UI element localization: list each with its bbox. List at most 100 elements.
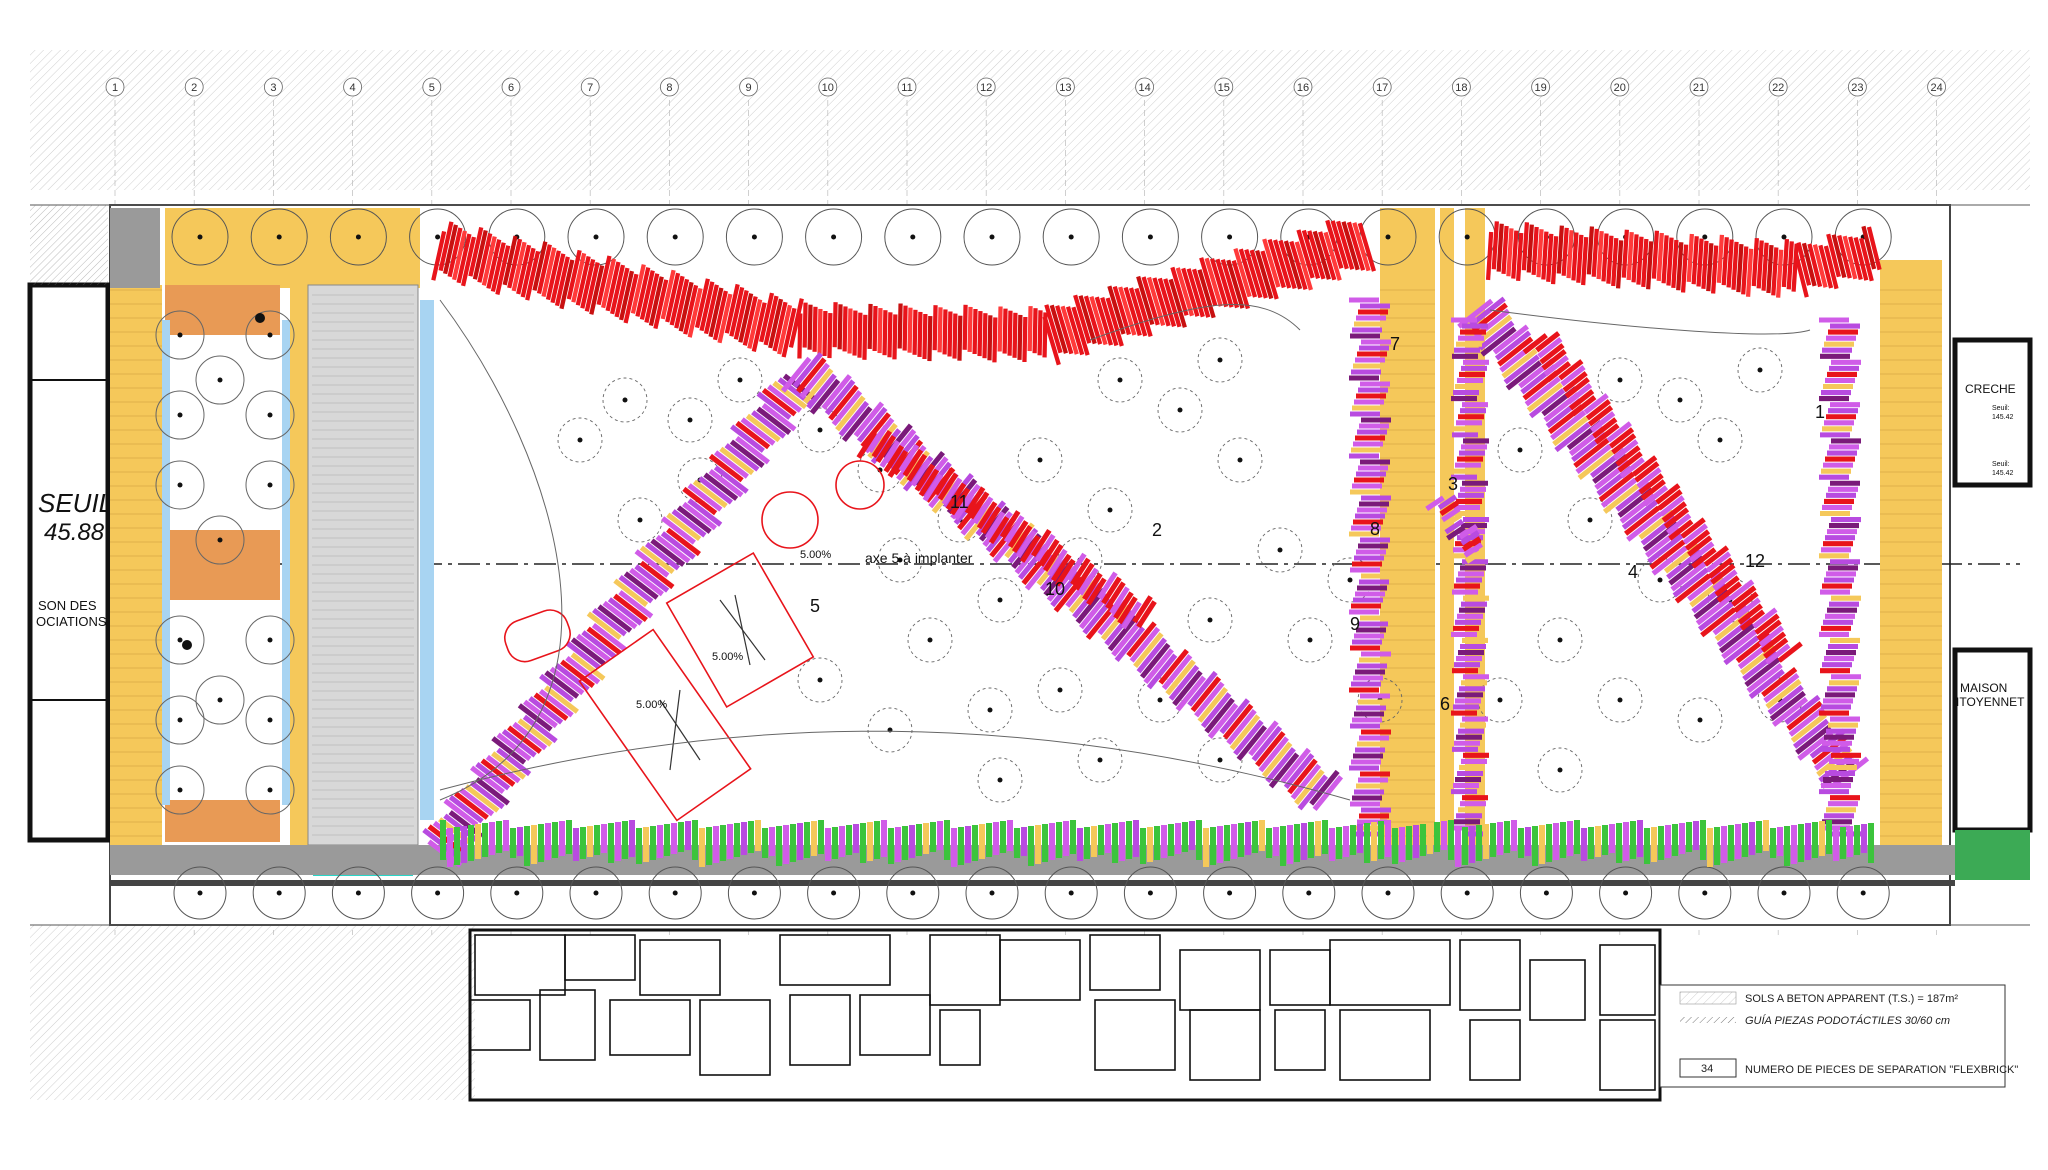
green-brick xyxy=(1322,820,1328,854)
green-brick xyxy=(804,822,810,858)
tree-center xyxy=(514,890,520,896)
green-paving-strip xyxy=(440,820,1874,867)
green-brick xyxy=(790,824,796,862)
green-brick xyxy=(1588,827,1594,859)
green-brick xyxy=(1511,820,1517,851)
grid-number: 6 xyxy=(508,82,514,94)
grid-number: 10 xyxy=(822,82,834,94)
green-brick xyxy=(1434,822,1440,852)
green-brick xyxy=(1784,826,1790,866)
floor-plan-room xyxy=(1274,1009,1326,1071)
maison-label-2: ITOYENNET xyxy=(1956,695,2025,709)
green-brick xyxy=(510,828,516,858)
tree-center xyxy=(177,412,183,418)
tree-center xyxy=(217,537,223,543)
tree-center xyxy=(927,637,933,643)
creche-seuil-label-1: Seuil: xyxy=(1992,405,2010,412)
green-brick xyxy=(1448,820,1454,860)
tree-center xyxy=(1227,890,1233,896)
brick-segment xyxy=(1012,312,1018,358)
creche-seuil-value-1: 145.42 xyxy=(1992,414,2014,421)
green-brick xyxy=(1812,822,1818,858)
green-brick xyxy=(1777,827,1783,856)
green-brick xyxy=(1469,826,1475,863)
tree-center xyxy=(1557,637,1563,643)
grid-number: 18 xyxy=(1455,82,1467,94)
tree-center xyxy=(1617,377,1623,383)
slope-label-2: 5.00% xyxy=(712,651,743,663)
green-brick xyxy=(1756,821,1762,853)
green-brick xyxy=(1273,827,1279,856)
brick-segment xyxy=(827,313,833,359)
tree-center xyxy=(217,377,223,383)
green-brick xyxy=(1840,827,1846,859)
tree-center xyxy=(1157,697,1163,703)
green-brick xyxy=(1609,824,1615,853)
green-brick xyxy=(1210,827,1216,865)
blue-strip-left xyxy=(162,320,170,805)
green-brick xyxy=(1763,820,1769,851)
tree-center xyxy=(1543,890,1549,896)
green-brick xyxy=(671,823,677,854)
brick-segment xyxy=(887,312,893,358)
green-brick xyxy=(1133,820,1139,857)
tree-center xyxy=(831,890,837,896)
green-brick xyxy=(832,827,838,859)
band-number: 4 xyxy=(1628,562,1638,582)
green-brick xyxy=(566,820,572,854)
green-brick xyxy=(1749,822,1755,855)
brick-segment xyxy=(1002,308,1008,354)
green-brick xyxy=(1266,828,1272,858)
tree-center xyxy=(989,890,995,896)
green-brick xyxy=(1791,825,1797,864)
tree-center xyxy=(1057,687,1063,693)
brick-segment xyxy=(967,306,973,352)
green-brick xyxy=(895,827,901,862)
brick-segment xyxy=(892,314,898,360)
brick-segment xyxy=(807,304,813,350)
green-brick xyxy=(1868,823,1874,863)
green-brick xyxy=(972,825,978,861)
floor-plan-room xyxy=(699,999,771,1076)
brick-segment xyxy=(922,313,928,360)
tree-center xyxy=(276,234,282,240)
floor-plan-outline xyxy=(468,928,1662,1102)
orange-block-3 xyxy=(165,800,280,842)
green-brick xyxy=(1798,824,1804,862)
band-number: 12 xyxy=(1745,551,1765,571)
floor-plan-room xyxy=(1459,939,1521,1011)
band-number: 1 xyxy=(1815,402,1825,422)
legend-row-1: SOLS A BETON APPARENT (T.S.) = 187m² xyxy=(1745,993,1958,1005)
green-brick xyxy=(1140,828,1146,864)
green-brick xyxy=(944,820,950,860)
band-number: 3 xyxy=(1448,474,1458,494)
green-brick xyxy=(1021,827,1027,856)
green-brick xyxy=(1028,826,1034,866)
green-brick xyxy=(1329,828,1335,861)
legend-row-3-number: 34 xyxy=(1701,1063,1713,1075)
tree-center xyxy=(177,637,183,643)
green-brick xyxy=(1056,822,1062,858)
floor-plan-room xyxy=(1339,1009,1431,1081)
green-brick xyxy=(1301,823,1307,860)
green-brick xyxy=(524,826,530,866)
green-brick xyxy=(797,823,803,860)
tree-center xyxy=(267,787,273,793)
tree-center xyxy=(1717,437,1723,443)
tree-center xyxy=(1306,890,1312,896)
tree-center xyxy=(177,332,183,338)
band-number: 7 xyxy=(1390,334,1400,354)
tree-dark xyxy=(182,640,192,650)
green-brick xyxy=(909,825,915,858)
left-building-name-1: SON DES xyxy=(38,598,97,613)
green-brick xyxy=(720,825,726,861)
green-brick xyxy=(454,827,460,865)
grid-number: 24 xyxy=(1930,82,1942,94)
green-brick xyxy=(706,827,712,865)
tree-center xyxy=(1068,234,1074,240)
green-brick xyxy=(685,821,691,850)
brick-segment xyxy=(977,311,983,357)
brick-segment xyxy=(847,308,853,354)
green-brick xyxy=(1833,828,1839,861)
brick-segment xyxy=(987,315,993,361)
